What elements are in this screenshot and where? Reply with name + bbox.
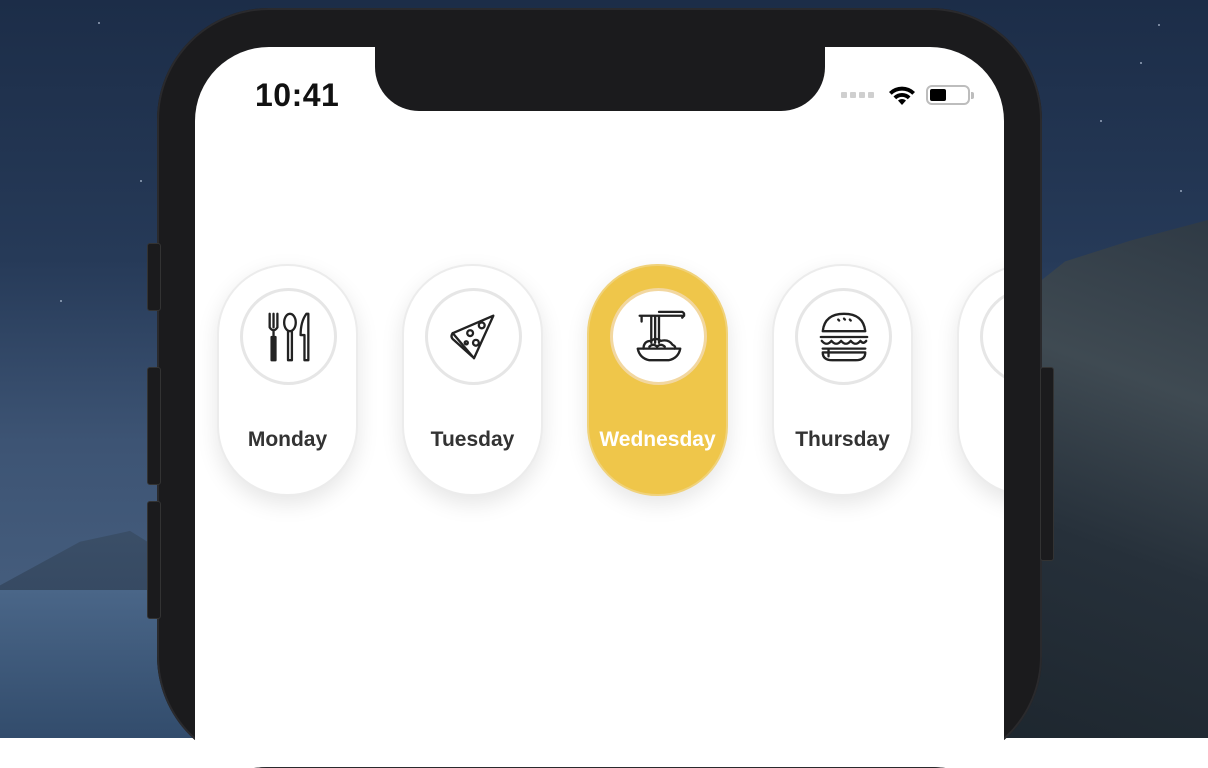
day-icon-badge — [795, 288, 892, 385]
burger-icon — [819, 312, 868, 361]
battery-icon — [926, 85, 974, 105]
day-label: Thursday — [795, 428, 890, 451]
status-icons — [841, 83, 974, 107]
day-pill-tuesday[interactable]: Tuesday — [402, 264, 543, 496]
day-icon-badge — [240, 288, 337, 385]
battery-level — [930, 89, 946, 101]
app-screen: 10:41 Monday Tuesday Wednesday Thursday — [195, 47, 1004, 767]
day-pill-monday[interactable]: Monday — [217, 264, 358, 496]
day-icon-badge — [610, 288, 707, 385]
day-selector: Monday Tuesday Wednesday Thursday — [217, 264, 1004, 496]
notch — [375, 47, 825, 111]
pizza-icon — [449, 314, 494, 359]
day-label: Monday — [247, 428, 328, 451]
cutlery-icon — [268, 312, 309, 361]
day-label: Tuesday — [430, 428, 515, 451]
day-icon-badge — [980, 288, 1004, 385]
day-pill-friday[interactable]: F — [957, 264, 1004, 496]
day-pill-thursday[interactable]: Thursday — [772, 264, 913, 496]
cellular-signal-icon — [841, 92, 874, 98]
volume-down-button — [147, 501, 161, 619]
day-label: Wednesday — [599, 428, 716, 451]
day-icon-badge — [425, 288, 522, 385]
status-time: 10:41 — [255, 77, 340, 113]
day-label: F — [959, 428, 1004, 452]
power-button — [1040, 367, 1054, 561]
wifi-icon — [889, 86, 915, 105]
noodles-icon — [636, 310, 685, 361]
volume-up-button — [147, 367, 161, 485]
mute-switch — [147, 243, 161, 311]
day-pill-wednesday[interactable]: Wednesday — [587, 264, 728, 496]
